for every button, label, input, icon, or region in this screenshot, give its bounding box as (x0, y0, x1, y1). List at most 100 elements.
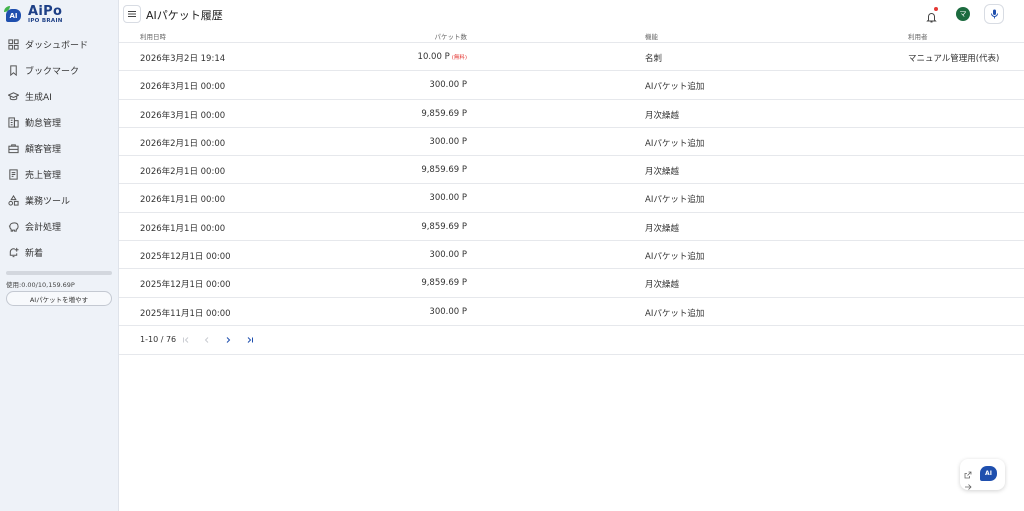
table-body: 2026年3月2日 19:14 10.00 P (無料) 名刺 マニュアル管理用(代表)… (119, 43, 1024, 326)
cell-date: 2026年3月1日 00:00 (140, 82, 226, 93)
amount-value: 9,859.69 P (421, 221, 467, 232)
amount-value: 300.00 P (429, 193, 467, 204)
sidebar-item-dashboard[interactable]: ダッシュボード (0, 31, 119, 57)
user-avatar[interactable]: マ (956, 7, 970, 21)
notification-add-icon (8, 247, 19, 258)
first-page-icon (183, 337, 189, 343)
cell-amount: 300.00 P (429, 250, 467, 260)
last-page-icon (247, 337, 253, 343)
cell-function: 月次繰越 (645, 280, 680, 291)
table-row[interactable]: 2025年11月1日 00:00 300.00 P AIパケット追加 (119, 298, 1024, 326)
cell-date: 2025年12月1日 00:00 (140, 280, 231, 291)
packet-history-table: 利用日時 パケット数 機能 利用者 2026年3月2日 19:14 10.00 P… (119, 28, 1024, 355)
column-header-user[interactable]: 利用者 (908, 31, 928, 41)
amount-value: 9,859.69 P (421, 278, 467, 289)
ai-assistant-button[interactable]: AI (980, 466, 997, 481)
sidebar-item-attendance[interactable]: 勤怠管理 (0, 109, 119, 135)
table-row[interactable]: 2025年12月1日 00:00 300.00 P AIパケット追加 (119, 241, 1024, 270)
cell-function: 月次繰越 (645, 167, 680, 178)
sidebar-item-label: 会計処理 (25, 222, 62, 233)
cell-function: 名刺 (645, 54, 663, 64)
cell-function: AIパケット追加 (645, 308, 705, 319)
sidebar-item-customers[interactable]: 顧客管理 (0, 135, 119, 161)
cell-amount: 9,859.69 P (421, 165, 467, 175)
next-page-button[interactable] (222, 334, 234, 346)
graduation-cap-icon (8, 91, 19, 102)
bell-icon (926, 13, 937, 23)
cell-amount: 9,859.69 P (421, 222, 467, 232)
sidebar-item-bookmark[interactable]: ブックマーク (0, 57, 119, 83)
table-row[interactable]: 2026年3月1日 00:00 300.00 P AIパケット追加 (119, 71, 1024, 100)
bookmark-icon (8, 64, 19, 76)
cell-function: AIパケット追加 (645, 195, 705, 206)
first-page-button[interactable] (180, 334, 192, 346)
menu-toggle-button[interactable] (123, 5, 141, 23)
column-header-amount[interactable]: パケット数 (435, 31, 468, 41)
building-icon (8, 116, 19, 128)
sidebar-item-label: 勤怠管理 (25, 118, 62, 129)
table-row[interactable]: 2026年2月1日 00:00 300.00 P AIパケット追加 (119, 128, 1024, 157)
piggy-bank-icon (8, 221, 19, 232)
sidebar-item-sales[interactable]: 売上管理 (0, 161, 119, 187)
cell-date: 2026年3月1日 00:00 (140, 110, 226, 121)
shapes-icon (8, 194, 19, 206)
logo[interactable]: AI AiPo IPO BRAIN (4, 4, 63, 26)
notifications-button[interactable] (926, 7, 938, 23)
logo-subtitle: IPO BRAIN (28, 18, 63, 25)
sidebar-item-label: ブックマーク (25, 66, 80, 77)
collapse-assistant-button[interactable] (964, 476, 972, 490)
usage-progress-bar (6, 271, 112, 275)
table-row[interactable]: 2026年1月1日 00:00 9,859.69 P 月次繰越 (119, 213, 1024, 242)
dashboard-icon (8, 38, 19, 50)
amount-value: 300.00 P (429, 80, 467, 91)
open-external-button[interactable] (964, 464, 972, 479)
sidebar-item-generative-ai[interactable]: 生成AI (0, 83, 119, 109)
cell-amount: 300.00 P (429, 193, 467, 203)
table-header: 利用日時 パケット数 機能 利用者 (119, 28, 1024, 43)
sidebar-nav: ダッシュボード ブックマーク 生成AI 勤怠管理 顧客管理 売上管理 業務ツール… (0, 31, 119, 265)
page-title: AIパケット履歴 (146, 9, 223, 22)
add-packets-button[interactable]: AIパケットを増やす (6, 291, 112, 306)
sidebar-item-label: ダッシュボード (25, 40, 89, 51)
table-row[interactable]: 2025年12月1日 00:00 9,859.69 P 月次繰越 (119, 269, 1024, 298)
amount-value: 300.00 P (429, 136, 467, 147)
cell-amount: 300.00 P (429, 80, 467, 90)
free-tag: (無料) (451, 55, 467, 61)
amount-value: 9,859.69 P (421, 165, 467, 176)
sidebar-item-label: 業務ツール (25, 196, 71, 207)
sidebar: AI AiPo IPO BRAIN ダッシュボード ブックマーク 生成AI 勤怠… (0, 0, 119, 511)
usage-text: 使用:0.00/10,159.69P (6, 281, 75, 289)
receipt-icon (8, 168, 19, 180)
voice-input-button[interactable] (984, 4, 1004, 24)
logo-text: AiPo IPO BRAIN (28, 5, 63, 25)
column-header-function[interactable]: 機能 (645, 31, 658, 41)
sidebar-item-label: 生成AI (25, 92, 52, 103)
arrow-right-icon (965, 484, 972, 490)
sidebar-item-accounting[interactable]: 会計処理 (0, 213, 119, 239)
amount-value: 10.00 P (417, 52, 450, 62)
last-page-button[interactable] (244, 334, 256, 346)
sidebar-item-label: 売上管理 (25, 170, 62, 181)
logo-mark-icon: AI (4, 6, 22, 24)
cell-amount: 9,859.69 P (421, 109, 467, 119)
app-root: AI AiPo IPO BRAIN ダッシュボード ブックマーク 生成AI 勤怠… (0, 0, 1024, 511)
table-row[interactable]: 2026年1月1日 00:00 300.00 P AIパケット追加 (119, 184, 1024, 213)
column-header-date[interactable]: 利用日時 (140, 31, 166, 41)
cell-amount: 300.00 P (429, 307, 467, 317)
microphone-icon (990, 9, 998, 19)
table-row[interactable]: 2026年3月1日 00:00 9,859.69 P 月次繰越 (119, 100, 1024, 128)
hamburger-icon (128, 11, 136, 17)
sidebar-item-business-tools[interactable]: 業務ツール (0, 187, 119, 213)
cell-function: AIパケット追加 (645, 138, 705, 149)
top-header: AIパケット履歴 マ (119, 0, 1024, 28)
cell-date: 2025年12月1日 00:00 (140, 252, 231, 263)
logo-brand: AiPo (28, 4, 63, 20)
previous-page-button[interactable] (201, 334, 213, 346)
pagination: 1-10 / 76 (119, 326, 1024, 355)
cell-function: 月次繰越 (645, 110, 680, 121)
cell-user: マニュアル管理用(代表) (908, 54, 1000, 64)
sidebar-item-news[interactable]: 新着 (0, 239, 119, 265)
cell-amount: 9,859.69 P (421, 278, 467, 288)
table-row[interactable]: 2026年2月1日 00:00 9,859.69 P 月次繰越 (119, 156, 1024, 185)
table-row[interactable]: 2026年3月2日 19:14 10.00 P (無料) 名刺 マニュアル管理用(代表) (119, 43, 1024, 72)
